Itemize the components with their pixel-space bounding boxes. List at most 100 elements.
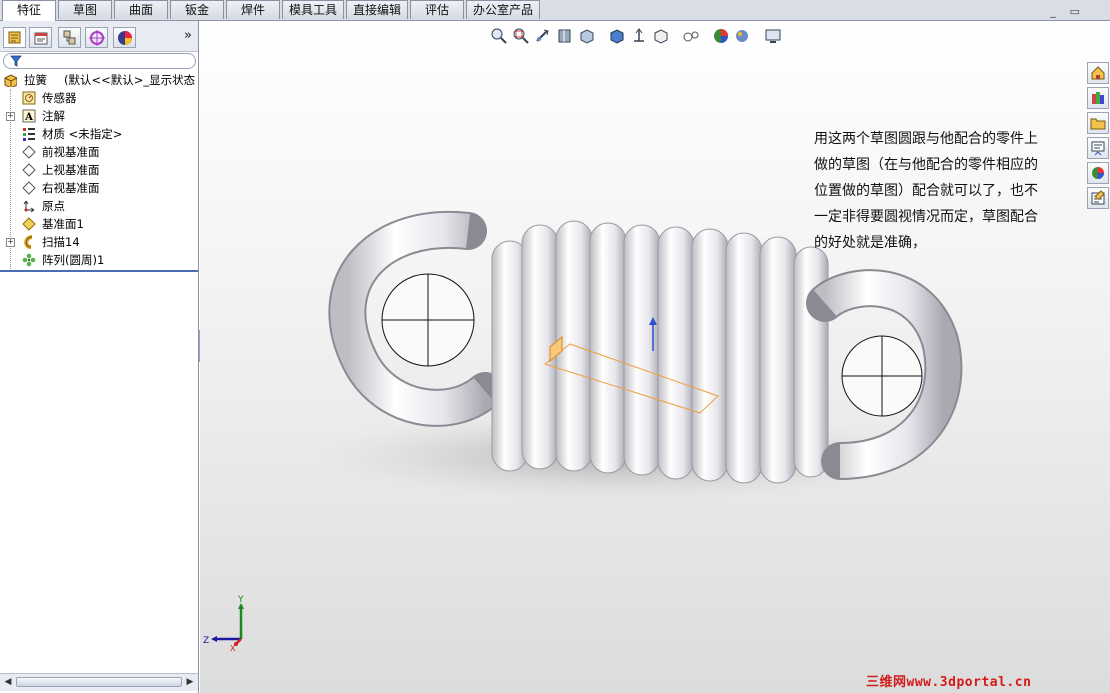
task-pane-file-explorer-tab[interactable] <box>1087 112 1109 134</box>
feature-manager-tab[interactable] <box>3 27 26 48</box>
appearance-icon[interactable] <box>712 27 730 45</box>
display-style-icon[interactable] <box>608 27 626 45</box>
tab-direct-editing[interactable]: 直接编辑 <box>346 0 408 19</box>
tree-item-sweep14[interactable]: + 扫描14 <box>0 233 198 251</box>
display-manager-tab[interactable] <box>113 27 136 48</box>
spring-model <box>310 210 963 501</box>
svg-text:A: A <box>24 112 33 123</box>
home-icon <box>1091 66 1105 80</box>
watermark-text: 三维网www.3dportal.cn <box>866 675 1032 690</box>
rollback-bar[interactable] <box>0 270 198 272</box>
tab-mold-tools[interactable]: 模具工具 <box>282 0 344 19</box>
scroll-thumb[interactable] <box>16 677 182 687</box>
custom-properties-icon <box>1091 190 1105 205</box>
expand-toggle-icon[interactable]: + <box>6 112 15 121</box>
sensor-icon <box>22 91 36 105</box>
part-config: (默认<<默认>_显示状态 1 <box>64 73 207 87</box>
tree-item-label: 注解 <box>42 109 65 123</box>
command-manager-tabs: 特征 草图 曲面 钣金 焊件 模具工具 直接编辑 评估 办公室产品 _ ▭ ✕ <box>0 0 1110 32</box>
dimxpert-icon <box>89 30 105 46</box>
spring-coils <box>491 220 829 484</box>
tree-item-origin[interactable]: 原点 <box>0 197 198 215</box>
annotation-note: 用这两个草图圆跟与他配合的零件上 做的草图（在与他配合的零件相应的 位置做的草图… <box>814 126 1064 256</box>
tree-item-label: 材质 <未指定> <box>42 127 123 141</box>
tab-weldments[interactable]: 焊件 <box>226 0 280 19</box>
triad-z-arrow <box>211 636 217 642</box>
more-tabs-button[interactable]: » <box>184 28 192 43</box>
plane-icon <box>22 163 36 177</box>
zoom-to-fit-icon[interactable] <box>490 27 508 45</box>
task-pane-appearances-tab[interactable] <box>1087 162 1109 184</box>
scene-icon[interactable] <box>734 27 752 45</box>
task-pane-home-tab[interactable] <box>1087 62 1109 84</box>
property-manager-icon <box>34 32 48 45</box>
annotation-line: 位置做的草图）配合就可以了，也不 <box>814 183 1038 199</box>
tree-item-circular-pattern1[interactable]: 阵列(圆周)1 <box>0 251 198 269</box>
feature-manager-icon <box>8 31 21 44</box>
tree-item-annotations[interactable]: + A 注解 <box>0 107 198 125</box>
tab-office-products[interactable]: 办公室产品 <box>466 0 540 19</box>
plane-yellow-icon <box>22 217 36 231</box>
expand-toggle-icon[interactable]: + <box>6 238 15 247</box>
annotation-line: 用这两个草图圆跟与他配合的零件上 <box>814 131 1038 147</box>
horizontal-scrollbar[interactable]: ◀ ▶ <box>0 673 198 691</box>
section-view-icon[interactable] <box>556 27 574 45</box>
plane-icon <box>22 145 36 159</box>
tab-surfaces[interactable]: 曲面 <box>114 0 168 19</box>
view-orientation-icon[interactable] <box>578 27 596 45</box>
tree-root-part[interactable]: 拉簧 (默认<<默认>_显示状态 1 <box>0 71 206 89</box>
configuration-manager-tab[interactable] <box>58 27 81 48</box>
filter-icon <box>10 55 22 67</box>
folder-icon <box>1090 118 1106 130</box>
tree-item-front-plane[interactable]: 前视基准面 <box>0 143 198 161</box>
task-pane-view-palette-tab[interactable] <box>1087 137 1109 159</box>
panel-tab-toolbar: » <box>0 21 198 52</box>
task-pane-custom-properties-tab[interactable] <box>1087 187 1109 209</box>
reference-triad: Y Z X <box>203 595 244 651</box>
minimize-button[interactable]: _ <box>1046 6 1060 18</box>
tab-features[interactable]: 特征 <box>2 0 56 21</box>
task-pane-design-library-tab[interactable] <box>1087 87 1109 109</box>
tree-filter-input[interactable] <box>3 53 196 69</box>
tree-item-label: 上视基准面 <box>42 163 100 177</box>
display-manager-icon <box>118 31 132 45</box>
material-icon <box>23 128 35 141</box>
triad-z-label: Z <box>203 636 209 646</box>
plane-icon <box>22 181 36 195</box>
graphics-area[interactable]: 用这两个草图圆跟与他配合的零件上 做的草图（在与他配合的零件相应的 位置做的草图… <box>200 21 1110 693</box>
tree-item-label: 阵列(圆周)1 <box>42 253 105 267</box>
dimxpert-manager-tab[interactable] <box>85 27 108 48</box>
annotation-icon: A <box>22 109 36 123</box>
tab-evaluate[interactable]: 评估 <box>410 0 464 19</box>
zoom-to-area-icon[interactable] <box>512 27 530 45</box>
tree-item-label: 前视基准面 <box>42 145 100 159</box>
tree-item-label: 原点 <box>42 199 65 213</box>
part-name: 拉簧 <box>24 73 47 87</box>
feature-manager-panel: » 拉簧 (默认<<默认>_显示状态 1 传感器 + A 注解 材质 <未指定>… <box>0 21 206 693</box>
annotation-line: 的好处就是准确， <box>814 235 926 251</box>
restore-button[interactable]: ▭ <box>1068 6 1082 18</box>
edit-appearance-icon[interactable] <box>652 27 670 45</box>
triad-x-label: X <box>230 644 236 651</box>
scroll-left-icon[interactable]: ◀ <box>2 676 14 688</box>
tree-item-right-plane[interactable]: 右视基准面 <box>0 179 198 197</box>
task-pane-tabs <box>1087 62 1109 212</box>
tree-item-material[interactable]: 材质 <未指定> <box>0 125 198 143</box>
previous-view-icon[interactable] <box>534 27 552 45</box>
apply-scene-icon[interactable] <box>682 27 700 45</box>
tab-sheet-metal[interactable]: 钣金 <box>170 0 224 19</box>
tree-item-plane1[interactable]: 基准面1 <box>0 215 198 233</box>
tree-item-top-plane[interactable]: 上视基准面 <box>0 161 198 179</box>
circular-pattern-icon <box>22 253 36 267</box>
tab-sketch[interactable]: 草图 <box>58 0 112 19</box>
view-palette-icon <box>1091 141 1105 156</box>
origin-icon <box>23 200 35 213</box>
tree-item-sensors[interactable]: 传感器 <box>0 89 198 107</box>
part-icon <box>4 74 17 87</box>
scroll-right-icon[interactable]: ▶ <box>184 676 196 688</box>
annotation-line: 一定非得要圆视情况而定，草图配合 <box>814 209 1038 225</box>
tree-item-label: 右视基准面 <box>42 181 100 195</box>
property-manager-tab[interactable] <box>29 27 52 48</box>
hide-show-items-icon[interactable] <box>630 27 648 45</box>
view-settings-icon[interactable] <box>764 27 782 45</box>
